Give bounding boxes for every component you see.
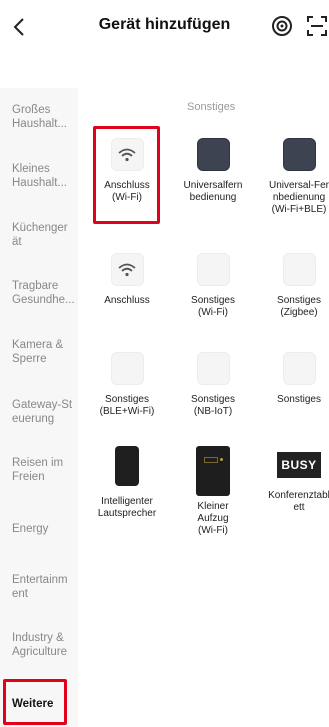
blank-device-icon xyxy=(196,253,230,286)
device-tile-label: Sonstiges xyxy=(277,394,321,405)
device-tile-konferenztablett[interactable]: BUSY Konferenztabl ett xyxy=(255,446,329,514)
sidebar-item-label: Haushalt... xyxy=(12,118,67,130)
device-tile-label: Intelligenter Lautsprecher xyxy=(97,496,157,519)
device-tile-label: Kleiner Aufzug (Wi-Fi) xyxy=(197,501,229,536)
busy-sign-icon: BUSY xyxy=(277,452,321,478)
device-tile-universal-fernbedienung-ble[interactable]: Universal-Fer nbedienung (Wi-Fi+BLE) xyxy=(255,138,329,216)
sidebar-item-label: Gateway-St xyxy=(12,399,73,411)
device-tile-sonstiges-ble-wifi[interactable]: Sonstiges (BLE+Wi-Fi) xyxy=(83,352,171,418)
device-tile-label: Sonstiges (Zigbee) xyxy=(277,295,321,318)
sidebar-item-label: Entertainm xyxy=(12,574,68,586)
device-tile-sonstiges-wifi[interactable]: Sonstiges (Wi-Fi) xyxy=(169,253,257,319)
sidebar-item-label: Gesundhe... xyxy=(12,294,75,306)
sidebar-item-label: ät xyxy=(12,236,22,248)
device-tile-label: Konferenztabl ett xyxy=(268,490,329,513)
sidebar-item-label: Großes xyxy=(12,104,51,116)
sidebar-item-label: Küchenger xyxy=(12,222,68,234)
sidebar-item-tragbare-gesundheit[interactable]: Tragbare Gesundhe... xyxy=(0,279,78,307)
device-tile-label: Universal-Fer nbedienung (Wi-Fi+BLE) xyxy=(268,180,329,215)
speaker-icon xyxy=(115,446,139,486)
device-tile-sonstiges-zigbee[interactable]: Sonstiges (Zigbee) xyxy=(255,253,329,319)
sidebar-item-gateway-steuerung[interactable]: Gateway-St euerung xyxy=(0,398,78,426)
blank-device-icon xyxy=(282,253,316,286)
qr-scan-button[interactable] xyxy=(305,14,329,38)
device-tile-intelligenter-lautsprecher[interactable]: Intelligenter Lautsprecher xyxy=(83,446,171,520)
remote-dark-icon xyxy=(196,138,230,171)
at-target-icon xyxy=(272,16,292,36)
sidebar-item-label: euerung xyxy=(12,413,55,425)
sidebar-item-label: Kamera & xyxy=(12,339,64,351)
sidebar-item-grosses-haushalt[interactable]: Großes Haushalt... xyxy=(0,103,78,131)
device-tile-kleiner-aufzug[interactable]: Kleiner Aufzug (Wi-Fi) xyxy=(169,446,257,537)
device-tile-universalfernbedienung[interactable]: Universalfern bedienung xyxy=(169,138,257,204)
chevron-left-icon xyxy=(13,18,24,36)
device-tile-sonstiges-nb-iot[interactable]: Sonstiges (NB-IoT) xyxy=(169,352,257,418)
blank-device-icon xyxy=(282,352,316,385)
elevator-icon xyxy=(196,446,230,496)
section-title: Sonstiges xyxy=(187,101,236,113)
sidebar-item-label: Reisen im xyxy=(12,457,64,469)
device-tile-label: Sonstiges (BLE+Wi-Fi) xyxy=(99,394,155,417)
wifi-icon xyxy=(110,253,144,286)
sidebar-item-kuechengeraet[interactable]: Küchenger ät xyxy=(0,221,78,249)
device-tile-label: Universalfern bedienung xyxy=(183,180,243,203)
sidebar-item-label: Kleines xyxy=(12,163,50,175)
device-tile-anschluss[interactable]: Anschluss xyxy=(83,253,171,307)
sidebar-item-label: Tragbare xyxy=(12,280,59,292)
category-sidebar: Großes Haushalt... Kleines Haushalt... Küc… xyxy=(0,88,78,727)
selected-category-highlight xyxy=(3,679,67,725)
sidebar-item-kleines-haushalt[interactable]: Kleines Haushalt... xyxy=(0,162,78,190)
sidebar-item-label: Sperre xyxy=(12,353,47,365)
sidebar-item-label: Industry & xyxy=(12,632,64,644)
device-tile-sonstiges[interactable]: Sonstiges xyxy=(255,352,329,406)
device-tile-label: Anschluss xyxy=(104,295,150,306)
blank-device-icon xyxy=(110,352,144,385)
selected-tile-highlight xyxy=(93,126,160,224)
sidebar-item-entertainment[interactable]: Entertainm ent xyxy=(0,573,78,601)
device-tile-label: Sonstiges (Wi-Fi) xyxy=(191,295,235,318)
back-button[interactable] xyxy=(8,14,30,40)
sidebar-item-label: Energy xyxy=(12,523,49,535)
blank-device-icon xyxy=(196,352,230,385)
sidebar-item-energy[interactable]: Energy xyxy=(0,522,78,536)
device-tile-label: Sonstiges (NB-IoT) xyxy=(191,394,235,417)
sidebar-item-label: ent xyxy=(12,588,28,600)
header-bar: Gerät hinzufügen xyxy=(0,0,329,56)
remote-dark-icon xyxy=(282,138,316,171)
auto-scan-button[interactable] xyxy=(270,14,294,38)
sidebar-item-reisen-im-freien[interactable]: Reisen im Freien xyxy=(0,456,78,484)
sidebar-item-kamera-sperre[interactable]: Kamera & Sperre xyxy=(0,338,78,366)
sidebar-item-label: Haushalt... xyxy=(12,177,67,189)
sidebar-item-label: Agriculture xyxy=(12,646,67,658)
sidebar-item-label: Freien xyxy=(12,471,45,483)
sidebar-item-industry-agriculture[interactable]: Industry & Agriculture xyxy=(0,631,78,659)
scan-frame-icon xyxy=(307,16,327,36)
